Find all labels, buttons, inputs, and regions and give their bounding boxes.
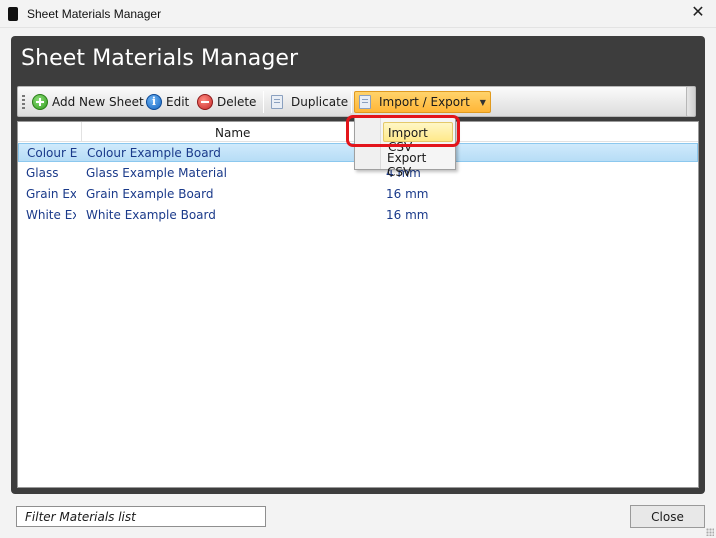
row-name: Glass Example Material — [86, 166, 227, 180]
column-separator[interactable] — [81, 122, 82, 142]
row-name: Colour Example Board — [87, 146, 221, 160]
menu-item-export-csv[interactable]: Export CSV — [383, 148, 453, 179]
add-new-sheet-label: Add New Sheet — [52, 95, 144, 109]
import-export-button[interactable]: Import / Export ▼ — [354, 91, 491, 113]
delete-label: Delete — [217, 95, 257, 109]
page-title: Sheet Materials Manager — [21, 46, 299, 71]
toolbar-grip[interactable] — [22, 95, 25, 111]
materials-grid: Name Colour Ex Colour Example Board Glas… — [17, 121, 699, 488]
toolbar: Add New Sheet i Edit Delete Duplicate Im… — [17, 86, 696, 117]
row-name: Grain Example Board — [86, 187, 214, 201]
row-thickness: 16 mm — [386, 187, 429, 201]
row-code: Grain Ex — [26, 187, 76, 201]
row-thickness: 16 mm — [386, 208, 429, 222]
duplicate-label: Duplicate — [291, 95, 349, 109]
add-circle-icon — [32, 94, 48, 110]
window-titlebar: Sheet Materials Manager ✕ — [0, 0, 716, 28]
chevron-down-icon: ▼ — [479, 97, 486, 107]
add-new-sheet-button[interactable]: Add New Sheet — [30, 91, 146, 113]
toolbar-overflow[interactable] — [686, 86, 696, 117]
row-code: Colour Ex — [27, 146, 77, 160]
column-header-name[interactable]: Name — [215, 126, 250, 140]
toolbar-separator — [263, 91, 264, 113]
delete-circle-icon — [197, 94, 213, 110]
row-name: White Example Board — [86, 208, 216, 222]
edit-label: Edit — [166, 95, 190, 109]
row-code: Glass — [26, 166, 59, 180]
info-icon: i — [146, 94, 162, 110]
delete-button[interactable]: Delete — [195, 91, 258, 113]
row-code: White Ex — [26, 208, 76, 222]
window-title: Sheet Materials Manager — [27, 7, 162, 21]
import-export-label: Import / Export — [379, 95, 470, 109]
duplicate-button[interactable]: Duplicate — [269, 91, 350, 113]
window-close-icon[interactable]: ✕ — [690, 4, 706, 22]
document-icon — [359, 95, 371, 109]
highlight-annotation — [346, 115, 460, 147]
document-copy-icon — [271, 95, 283, 109]
main-panel: Sheet Materials Manager Add New Sheet i … — [11, 36, 705, 494]
close-button[interactable]: Close — [630, 505, 705, 528]
edit-button[interactable]: i Edit — [144, 91, 191, 113]
toolbar-separator — [351, 91, 352, 113]
resize-grip[interactable] — [706, 528, 714, 536]
filter-materials-input[interactable] — [16, 506, 266, 527]
table-row[interactable]: Grain Ex Grain Example Board 16 mm — [18, 185, 698, 204]
app-icon — [8, 7, 18, 21]
table-row[interactable]: White Ex White Example Board 16 mm — [18, 206, 698, 225]
